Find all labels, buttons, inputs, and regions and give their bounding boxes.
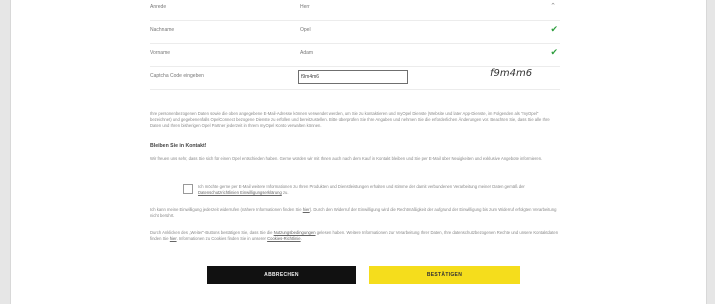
stay-in-touch-text: Wir freuen uns sehr, dass Sie sich für e… <box>150 156 543 161</box>
terms-text-4: . <box>300 236 302 242</box>
registration-form: Anrede Herr ⌃ Nachname Opel ✔ Vorname Ad… <box>150 0 560 90</box>
data-privacy-link[interactable]: hier <box>170 236 177 241</box>
captcha-image: f9m4m6 <box>490 68 533 79</box>
salutation-select[interactable]: Herr <box>300 4 310 10</box>
stay-in-touch-heading: Bleiben Sie in Kontakt! <box>150 143 207 149</box>
salutation-row: Anrede Herr ⌃ <box>150 0 560 21</box>
salutation-label: Anrede <box>150 4 167 10</box>
withdraw-info-link[interactable]: hier <box>303 207 310 212</box>
captcha-input[interactable] <box>298 70 408 84</box>
captcha-row: Captcha Code eingeben f9m4m6 <box>150 67 560 90</box>
withdraw-notice: Ich kann meine Einwilligung jederzeit wi… <box>150 207 560 219</box>
lastname-row: Nachname Opel ✔ <box>150 21 560 44</box>
consent-policy-link[interactable]: Datenschutzrichtlinien Einwilligungserkl… <box>198 190 282 195</box>
checkmark-icon: ✔ <box>550 47 558 57</box>
firstname-input[interactable]: Adam <box>300 50 313 56</box>
confirm-button[interactable]: BESTÄTIGEN <box>369 266 520 284</box>
terms-text-1: Durch Anklicken des „Weiter"-Buttons bes… <box>150 230 274 235</box>
cancel-button[interactable]: ABBRECHEN <box>207 266 356 284</box>
marketing-consent-checkbox[interactable] <box>183 184 193 194</box>
firstname-label: Vorname <box>150 50 171 56</box>
checkmark-icon: ✔ <box>550 24 558 34</box>
consent-text-before: Ich möchte gerne per E-Mail weitere Info… <box>198 184 525 189</box>
captcha-label: Captcha Code eingeben <box>150 73 204 79</box>
terms-text-3: . Informationen zu Cookies finden Sie in… <box>176 236 268 242</box>
terms-notice: Durch Anklicken des „Weiter"-Buttons bes… <box>150 230 560 242</box>
consent-text-after: zu. <box>281 190 289 196</box>
cookie-policy-link[interactable]: Cookies-Richtlinie <box>267 236 301 241</box>
firstname-row: Vorname Adam ✔ <box>150 44 560 67</box>
terms-of-use-link[interactable]: Nutzungsbedingungen <box>274 230 316 235</box>
marketing-consent-text: Ich möchte gerne per E-Mail weitere Info… <box>198 184 558 196</box>
privacy-notice: Ihre personenbezogenen Daten sowie die o… <box>150 111 550 129</box>
withdraw-text-before: Ich kann meine Einwilligung jederzeit wi… <box>150 207 303 212</box>
chevron-down-icon[interactable]: ⌃ <box>550 2 556 10</box>
lastname-input[interactable]: Opel <box>300 27 311 33</box>
lastname-label: Nachname <box>150 27 175 33</box>
